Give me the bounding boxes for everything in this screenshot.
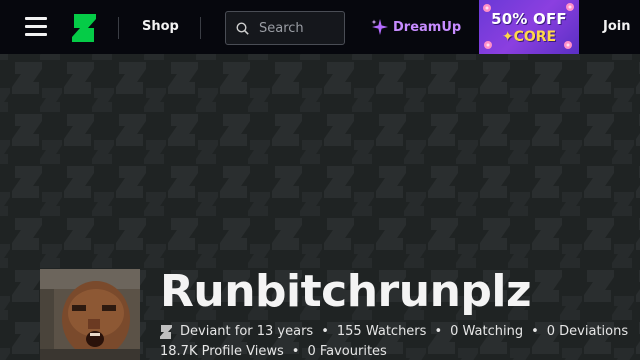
search-icon <box>236 21 249 35</box>
shop-link[interactable]: Shop <box>142 19 179 34</box>
deviations-count[interactable]: 0 Deviations <box>547 324 628 339</box>
promo-core-text: ✦CORE <box>501 29 557 45</box>
separator-dot: • <box>321 324 329 339</box>
separator-dot: • <box>434 324 443 339</box>
deviantart-small-icon <box>160 324 172 339</box>
nav-divider <box>200 17 201 39</box>
avatar[interactable] <box>40 269 140 360</box>
dreamup-label: DreamUp <box>393 19 462 35</box>
watching-count[interactable]: 0 Watching <box>450 324 523 339</box>
profile-stats-row-2: 18.7K Profile Views • 0 Favourites <box>160 344 387 359</box>
nav-divider <box>118 17 119 39</box>
core-promo-banner[interactable]: 50% OFF ✦CORE <box>479 0 579 54</box>
profile-views-count: 18.7K Profile Views <box>160 344 284 359</box>
hamburger-menu-icon[interactable] <box>25 17 47 37</box>
deviant-for-text: Deviant for 13 years <box>180 324 314 339</box>
favourites-count[interactable]: 0 Favourites <box>307 344 386 359</box>
separator-dot: • <box>531 324 539 339</box>
dreamup-link[interactable]: DreamUp <box>371 18 461 36</box>
search-box[interactable] <box>225 11 345 45</box>
top-navigation-bar: Shop DreamUp 50% OFF ✦CORE Join <box>0 0 640 54</box>
promo-discount-text: 50% OFF <box>491 10 567 28</box>
profile-stats-row: Deviant for 13 years • 155 Watchers • 0 … <box>160 324 628 339</box>
deviantart-logo-icon[interactable] <box>72 14 96 42</box>
separator-dot: • <box>291 344 300 359</box>
join-button[interactable]: Join <box>603 19 630 34</box>
watchers-count[interactable]: 155 Watchers <box>337 324 427 339</box>
search-input[interactable] <box>259 20 339 36</box>
profile-username: Runbitchrunplz <box>160 266 532 317</box>
sparkle-icon <box>371 19 388 35</box>
